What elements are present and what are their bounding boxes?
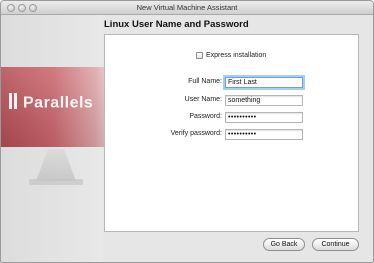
password-label: Password: — [189, 113, 222, 120]
assistant-window: New Virtual Machine Assistant Parallels … — [0, 0, 374, 263]
password-field[interactable]: •••••••••• — [225, 112, 303, 123]
user-name-label: User Name: — [184, 96, 222, 103]
express-installation-checkbox[interactable] — [196, 52, 203, 59]
full-name-label: Full Name: — [188, 78, 222, 85]
go-back-button[interactable]: Go Back — [263, 238, 305, 251]
brand-logo-text: Parallels — [23, 94, 94, 112]
continue-button[interactable]: Continue — [312, 238, 359, 251]
user-name-row: User Name: something — [105, 95, 360, 106]
full-name-field[interactable]: First Last — [225, 77, 303, 88]
parallels-bars-icon — [9, 93, 19, 114]
parallels-logo: Parallels — [9, 93, 93, 114]
brand-banner: Parallels — [1, 67, 119, 147]
verify-password-label: Verify password: — [170, 130, 222, 137]
express-installation-option[interactable]: Express installation — [196, 52, 266, 59]
window-title: New Virtual Machine Assistant — [136, 3, 238, 12]
monitor-base-graphic — [29, 179, 83, 185]
page-title: Linux User Name and Password — [104, 19, 249, 30]
verify-password-field[interactable]: •••••••••• — [225, 129, 303, 140]
title-bar: New Virtual Machine Assistant — [1, 1, 373, 15]
full-name-row: Full Name: First Last — [105, 77, 360, 88]
form-panel: Express installation Full Name: First La… — [104, 34, 359, 232]
verify-password-row: Verify password: •••••••••• — [105, 129, 360, 140]
user-name-field[interactable]: something — [225, 95, 303, 106]
express-installation-label: Express installation — [206, 52, 267, 59]
password-row: Password: •••••••••• — [105, 112, 360, 123]
